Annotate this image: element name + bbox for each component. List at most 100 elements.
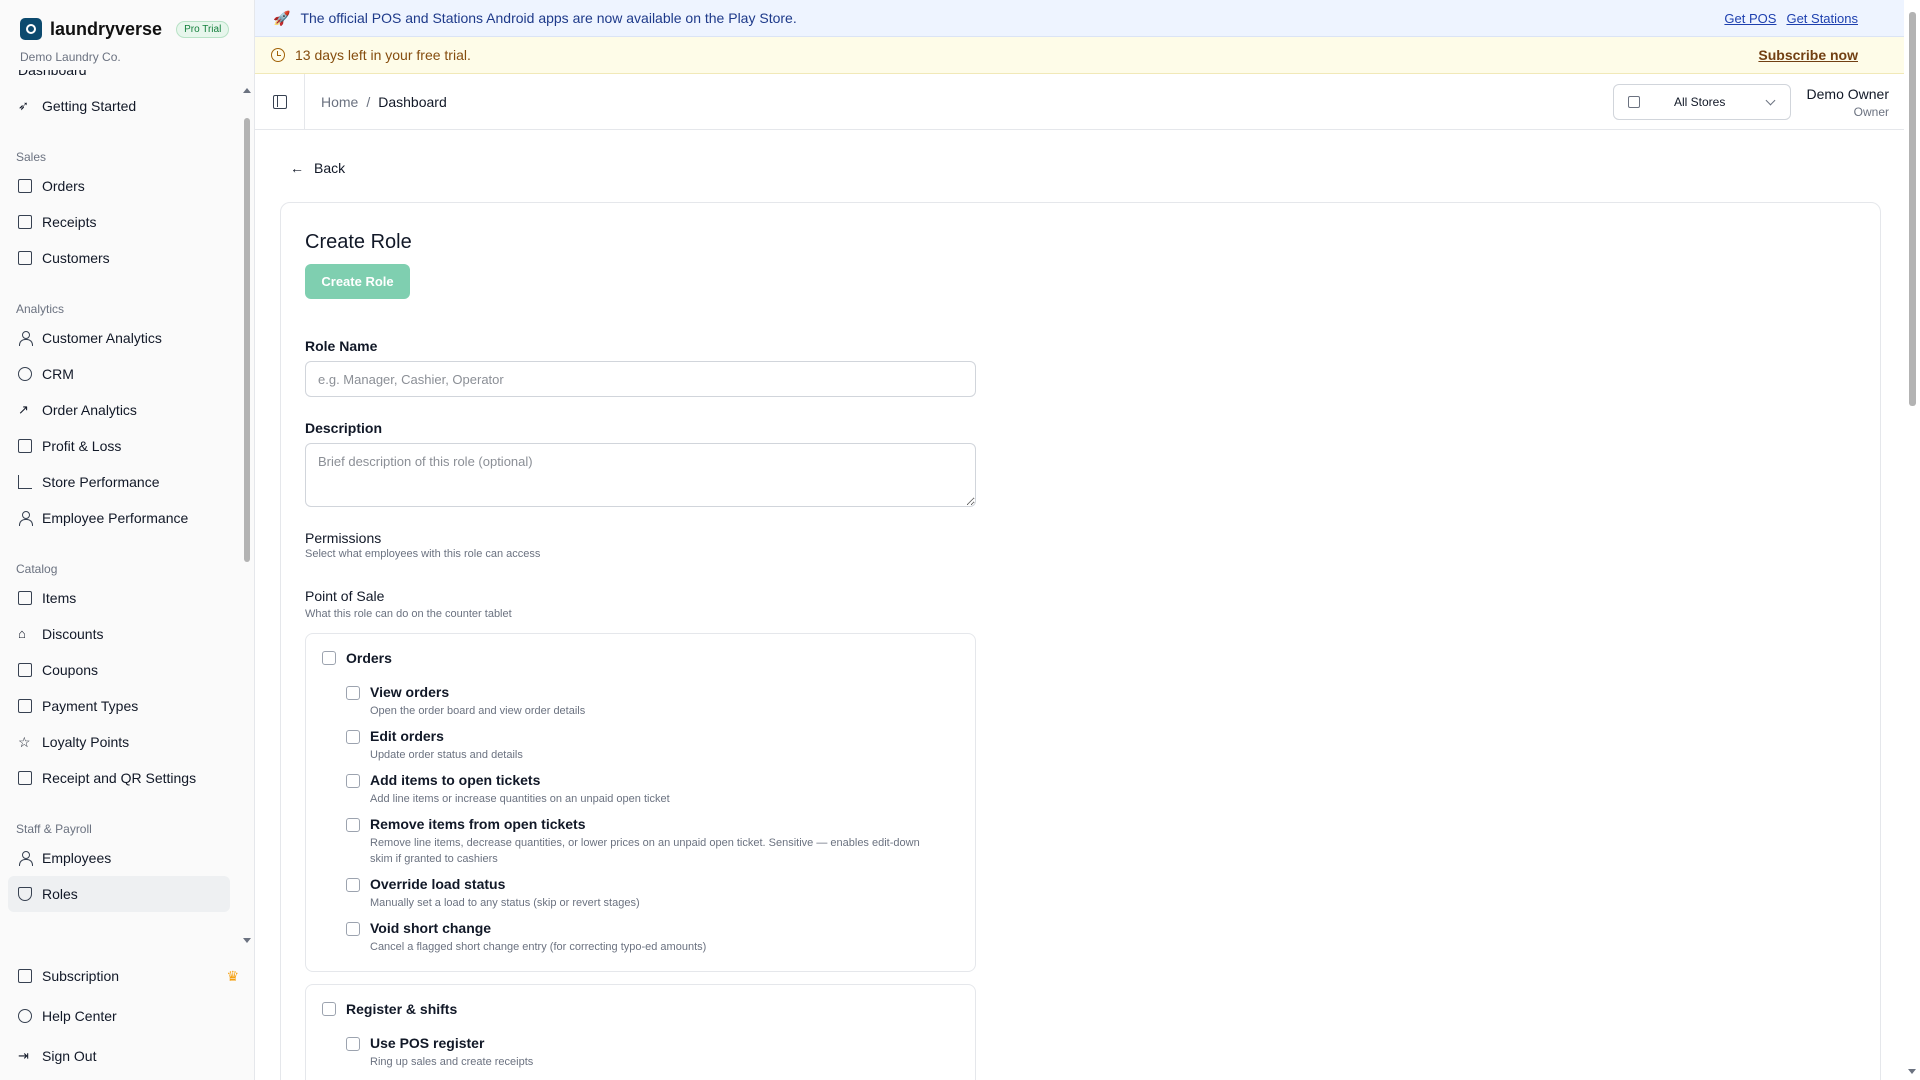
sidebar-item-getting-started[interactable]: ➶ Getting Started	[0, 88, 240, 124]
banknote-icon	[18, 439, 32, 453]
group-checkbox-orders[interactable]	[322, 651, 336, 665]
permission-checkbox[interactable]	[346, 818, 360, 832]
sidebar-item-items[interactable]: Items	[0, 580, 240, 616]
sidebar-bottom-nav: Subscription ♛ Help Center ⇥ Sign Out	[0, 956, 254, 1076]
pos-section-subtitle: What this role can do on the counter tab…	[305, 608, 512, 620]
sidebar-item-store-performance[interactable]: Store Performance	[0, 464, 240, 500]
permission-use-pos-register[interactable]: Use POS register Ring up sales and create…	[346, 1035, 940, 1070]
target-icon	[18, 367, 32, 381]
sidebar-item-help-center[interactable]: Help Center	[0, 996, 254, 1036]
trial-text: 13 days left in your free trial.	[295, 47, 471, 63]
user-menu[interactable]: Demo Owner Owner	[1807, 86, 1889, 119]
breadcrumb: Home / Dashboard	[305, 94, 447, 110]
chevron-down-icon	[1765, 95, 1776, 106]
store-select[interactable]: All Stores	[1613, 84, 1791, 120]
group-checkbox-register-shifts[interactable]	[322, 1002, 336, 1016]
log-out-icon: ⇥	[18, 1048, 29, 1063]
back-button[interactable]: ← Back	[290, 160, 345, 176]
group-header-orders[interactable]: Orders	[322, 650, 392, 666]
scroll-down-icon[interactable]	[243, 938, 251, 943]
sidebar-item-orders[interactable]: Orders	[0, 168, 240, 204]
get-stations-link[interactable]: Get Stations	[1786, 11, 1858, 26]
shield-icon	[18, 887, 32, 901]
breadcrumb-current: Dashboard	[378, 93, 447, 110]
printer-icon	[18, 771, 32, 785]
permission-group-register-shifts: Register & shifts Use POS register Ring u…	[305, 984, 976, 1080]
permission-edit-orders[interactable]: Edit orders Update order status and detai…	[346, 728, 940, 763]
wallet-icon	[18, 699, 32, 713]
sidebar-item-receipt-qr-settings[interactable]: Receipt and QR Settings	[0, 760, 240, 796]
sidebar-item-employees[interactable]: Employees	[0, 840, 240, 876]
sidebar-item-customer-analytics[interactable]: Customer Analytics	[0, 320, 240, 356]
company-name: Demo Laundry Co.	[20, 50, 121, 64]
star-icon: ☆	[18, 734, 31, 750]
sidebar-item-crm[interactable]: CRM	[0, 356, 240, 392]
sidebar-item-sign-out[interactable]: ⇥ Sign Out	[0, 1036, 254, 1076]
page-scrollbar[interactable]	[1904, 0, 1920, 1080]
permission-view-orders[interactable]: View orders Open the order board and view…	[346, 684, 940, 719]
credit-card-icon	[18, 969, 32, 983]
sidebar-item-dashboard[interactable]: Dashboard	[0, 70, 240, 86]
contact-icon	[18, 251, 32, 265]
permissions-subtitle: Select what employees with this role can…	[305, 548, 541, 560]
permission-add-items-open-tickets[interactable]: Add items to open tickets Add line items …	[346, 772, 940, 807]
create-role-button[interactable]: Create Role	[305, 264, 410, 299]
page-title: Create Role	[305, 231, 412, 253]
permission-checkbox[interactable]	[346, 730, 360, 744]
page-scroll-down-icon[interactable]	[1908, 1069, 1916, 1074]
permission-checkbox[interactable]	[346, 686, 360, 700]
group-header-register-shifts[interactable]: Register & shifts	[322, 1001, 457, 1017]
brand: laundryverse Pro Trial Demo Laundry Co.	[0, 0, 254, 76]
ticket-icon	[18, 663, 32, 677]
sidebar-item-loyalty-points[interactable]: ☆ Loyalty Points	[0, 724, 240, 760]
permission-override-load-status[interactable]: Override load status Manually set a load …	[346, 876, 940, 911]
sidebar-toggle-button[interactable]	[255, 73, 305, 130]
permission-remove-items-open-tickets[interactable]: Remove items from open tickets Remove lin…	[346, 816, 940, 867]
arrow-left-icon: ←	[290, 160, 304, 176]
sidebar-item-employee-performance[interactable]: Employee Performance	[0, 500, 240, 536]
help-circle-icon	[18, 1009, 32, 1023]
sidebar-item-discounts[interactable]: ⌂ Discounts	[0, 616, 240, 652]
trending-icon: ↗	[18, 402, 29, 417]
description-textarea[interactable]	[305, 443, 976, 507]
sidebar-item-profit-loss[interactable]: Profit & Loss	[0, 428, 240, 464]
sidebar-item-coupons[interactable]: Coupons	[0, 652, 240, 688]
sidebar-item-order-analytics[interactable]: ↗ Order Analytics	[0, 392, 240, 428]
description-label: Description	[305, 420, 383, 436]
permission-void-short-change[interactable]: Void short change Cancel a flagged short …	[346, 920, 940, 955]
rocket-icon: ➶	[18, 98, 29, 113]
get-pos-link[interactable]: Get POS	[1724, 11, 1776, 26]
permissions-title: Permissions	[305, 530, 382, 546]
sidebar-item-customers[interactable]: Customers	[0, 240, 240, 276]
permission-checkbox[interactable]	[346, 878, 360, 892]
announcement-text: The official POS and Stations Android ap…	[300, 10, 797, 26]
page-scroll-thumb[interactable]	[1909, 12, 1916, 406]
permission-checkbox[interactable]	[346, 1037, 360, 1051]
sidebar-scroll-thumb[interactable]	[244, 118, 250, 562]
permission-checkbox[interactable]	[346, 922, 360, 936]
sidebar-item-subscription[interactable]: Subscription ♛	[0, 956, 254, 996]
permission-group-orders: Orders View orders Open the order board a…	[305, 633, 976, 972]
scroll-up-icon[interactable]	[243, 88, 251, 93]
role-name-input[interactable]	[305, 361, 976, 397]
sidebar-item-payment-types[interactable]: Payment Types	[0, 688, 240, 724]
package-icon	[18, 591, 32, 605]
sidebar-section-sales: Sales	[16, 150, 47, 164]
brand-name: laundryverse	[50, 18, 163, 39]
store-select-value: All Stores	[1674, 95, 1726, 109]
store-icon	[1628, 96, 1640, 108]
subscribe-now-link[interactable]: Subscribe now	[1758, 47, 1858, 63]
sidebar-item-roles[interactable]: Roles	[8, 876, 230, 912]
role-name-label: Role Name	[305, 338, 378, 354]
permission-checkbox[interactable]	[346, 774, 360, 788]
breadcrumb-home[interactable]: Home	[321, 94, 358, 110]
clipboard-icon	[18, 179, 32, 193]
plan-badge: Pro Trial	[176, 20, 230, 38]
sidebar-section-catalog: Catalog	[16, 562, 58, 576]
sidebar-item-receipts[interactable]: Receipts	[0, 204, 240, 240]
sidebar-section-analytics: Analytics	[16, 302, 65, 316]
tag-icon: ⌂	[18, 626, 26, 641]
trial-banner: 13 days left in your free trial. Subscri…	[255, 37, 1920, 74]
pos-section-title: Point of Sale	[305, 588, 385, 604]
sidebar: laundryverse Pro Trial Demo Laundry Co. …	[0, 0, 255, 1080]
